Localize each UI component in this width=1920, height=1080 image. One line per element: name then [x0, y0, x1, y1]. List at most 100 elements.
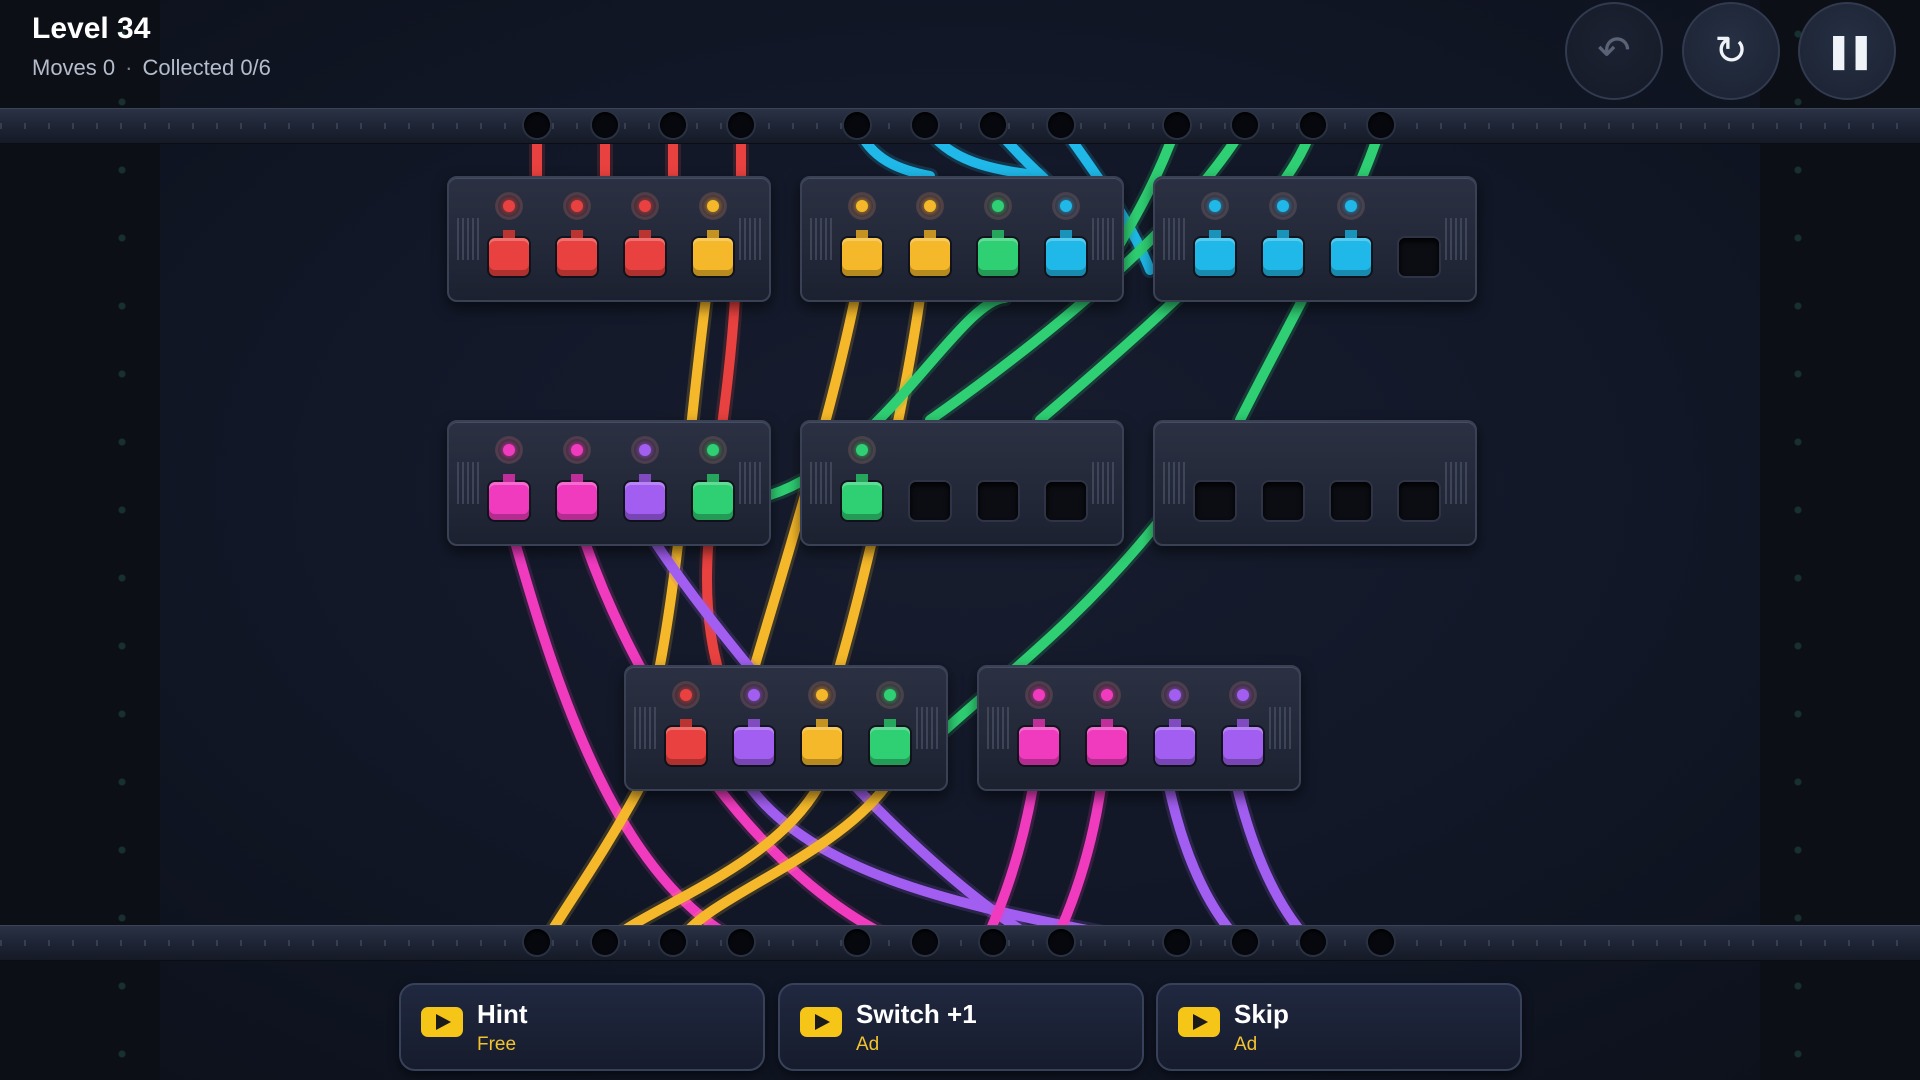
empty-socket[interactable]: [1190, 436, 1240, 532]
yellow-plug[interactable]: [693, 238, 733, 276]
hint-label: Hint: [477, 999, 528, 1029]
green-socket[interactable]: [973, 192, 1023, 288]
module-e[interactable]: [800, 420, 1124, 546]
red-plug[interactable]: [625, 238, 665, 276]
purple-socket[interactable]: [729, 681, 779, 777]
green-plug[interactable]: [978, 238, 1018, 276]
switch-button[interactable]: Switch +1 Ad: [778, 983, 1144, 1071]
empty-socket[interactable]: [973, 436, 1023, 532]
vent-grille: [739, 218, 761, 260]
purple-socket[interactable]: [1150, 681, 1200, 777]
cyan-plug[interactable]: [1263, 238, 1303, 276]
magenta-indicator-led: [1025, 681, 1053, 709]
green-plug[interactable]: [693, 482, 733, 520]
empty-socket[interactable]: [1394, 436, 1444, 532]
yellow-wire[interactable]: [540, 782, 645, 947]
top-port: [1232, 112, 1258, 138]
module-b[interactable]: [800, 176, 1124, 302]
cyan-socket[interactable]: [1041, 192, 1091, 288]
top-port: [1368, 112, 1394, 138]
cyan-plug[interactable]: [1046, 238, 1086, 276]
video-ad-icon: [421, 1007, 463, 1037]
skip-sublabel: Ad: [1234, 1034, 1258, 1055]
module-h[interactable]: [977, 665, 1301, 791]
module-d[interactable]: [447, 420, 771, 546]
red-socket[interactable]: [661, 681, 711, 777]
top-port: [1048, 112, 1074, 138]
bottom-port: [660, 929, 686, 955]
purple-socket[interactable]: [1218, 681, 1268, 777]
skip-button[interactable]: Skip Ad: [1156, 983, 1522, 1071]
red-plug[interactable]: [489, 238, 529, 276]
empty-socket[interactable]: [1041, 436, 1091, 532]
magenta-plug[interactable]: [1087, 727, 1127, 765]
purple-plug[interactable]: [734, 727, 774, 765]
undo-icon: ↶: [1597, 29, 1631, 73]
purple-plug[interactable]: [1155, 727, 1195, 765]
magenta-socket[interactable]: [1014, 681, 1064, 777]
cyan-socket[interactable]: [1326, 192, 1376, 288]
magenta-socket[interactable]: [484, 436, 534, 532]
stats-separator: ·: [125, 55, 133, 80]
bottom-port: [1164, 929, 1190, 955]
yellow-indicator-led: [848, 192, 876, 220]
top-port: [980, 112, 1006, 138]
top-port: [524, 112, 550, 138]
vent-grille: [1445, 218, 1467, 260]
yellow-plug[interactable]: [910, 238, 950, 276]
purple-socket[interactable]: [620, 436, 670, 532]
empty-socket[interactable]: [1258, 436, 1308, 532]
cyan-socket[interactable]: [1190, 192, 1240, 288]
top-port: [728, 112, 754, 138]
module-a[interactable]: [447, 176, 771, 302]
red-socket[interactable]: [552, 192, 602, 288]
red-socket[interactable]: [484, 192, 534, 288]
yellow-socket[interactable]: [905, 192, 955, 288]
magenta-socket[interactable]: [1082, 681, 1132, 777]
magenta-plug[interactable]: [1019, 727, 1059, 765]
yellow-plug[interactable]: [802, 727, 842, 765]
cyan-indicator-led: [1269, 192, 1297, 220]
hint-button[interactable]: Hint Free: [399, 983, 765, 1071]
green-plug[interactable]: [842, 482, 882, 520]
cyan-plug[interactable]: [1195, 238, 1235, 276]
magenta-plug[interactable]: [557, 482, 597, 520]
green-socket[interactable]: [688, 436, 738, 532]
switch-label: Switch +1: [856, 999, 977, 1029]
purple-plug[interactable]: [1223, 727, 1263, 765]
video-ad-icon: [800, 1007, 842, 1037]
cyan-socket[interactable]: [1258, 192, 1308, 288]
top-port: [912, 112, 938, 138]
module-g[interactable]: [624, 665, 948, 791]
green-plug[interactable]: [870, 727, 910, 765]
undo-button[interactable]: ↶: [1565, 2, 1663, 100]
magenta-plug[interactable]: [489, 482, 529, 520]
green-socket[interactable]: [865, 681, 915, 777]
green-socket[interactable]: [837, 436, 887, 532]
yellow-indicator-led: [808, 681, 836, 709]
red-plug[interactable]: [666, 727, 706, 765]
empty-socket[interactable]: [905, 436, 955, 532]
pause-button[interactable]: ❚❚: [1798, 2, 1896, 100]
empty-socket[interactable]: [1326, 436, 1376, 532]
cyan-indicator-led: [1201, 192, 1229, 220]
module-c[interactable]: [1153, 176, 1477, 302]
purple-plug[interactable]: [625, 482, 665, 520]
module-f[interactable]: [1153, 420, 1477, 546]
cyan-plug[interactable]: [1331, 238, 1371, 276]
yellow-socket[interactable]: [837, 192, 887, 288]
restart-button[interactable]: ↻: [1682, 2, 1780, 100]
red-socket[interactable]: [620, 192, 670, 288]
bottom-port: [1048, 929, 1074, 955]
vent-grille: [739, 462, 761, 504]
top-port: [592, 112, 618, 138]
hud-stats: Moves 0 · Collected 0/6: [32, 55, 271, 81]
yellow-plug[interactable]: [842, 238, 882, 276]
empty-socket[interactable]: [1394, 192, 1444, 288]
red-plug[interactable]: [557, 238, 597, 276]
yellow-socket[interactable]: [797, 681, 847, 777]
yellow-socket[interactable]: [688, 192, 738, 288]
vent-grille: [1163, 462, 1185, 504]
magenta-socket[interactable]: [552, 436, 602, 532]
vent-grille: [1092, 218, 1114, 260]
